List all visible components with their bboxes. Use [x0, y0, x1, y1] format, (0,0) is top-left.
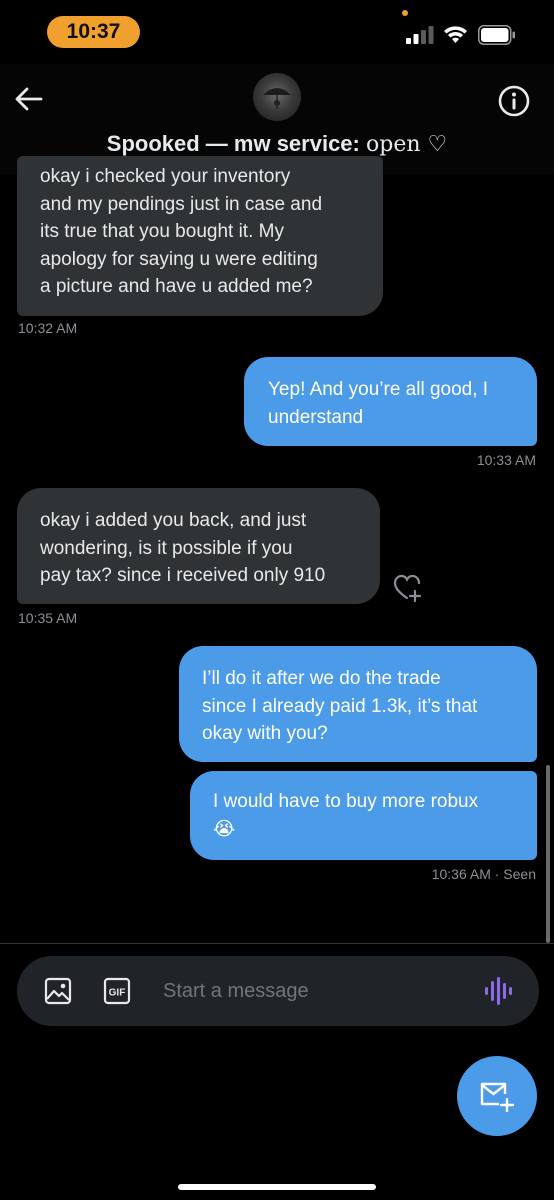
voice-message-icon[interactable]	[484, 976, 512, 1006]
battery-icon	[478, 25, 515, 45]
conversation-title-name: Spooked — mw service:	[106, 131, 366, 156]
message-line: Yep! And you’re all good, I	[268, 379, 489, 400]
message-line: okay i checked your inventory	[40, 166, 291, 187]
scrollbar[interactable]	[546, 765, 550, 943]
message-composer: GIF Start a message	[17, 956, 539, 1026]
message-timestamp: 10:35 AM	[18, 610, 78, 626]
message-line: since I already paid 1.3k, it’s that	[202, 695, 478, 717]
conversation-title[interactable]: Spooked — mw service: open ♡	[0, 131, 554, 157]
message-line: I would have to buy more robux	[213, 791, 479, 812]
conversation-title-status: open ♡	[365, 132, 448, 157]
wifi-icon	[444, 26, 467, 43]
message-line: okay with you?	[202, 723, 328, 744]
message-bubble-sent[interactable]: I’ll do it after we do the trade since I…	[179, 646, 537, 762]
divider	[0, 943, 554, 944]
message-line: wondering, is it possible if you	[40, 537, 293, 559]
message-bubble-received[interactable]: okay i checked your inventory and my pen…	[17, 156, 383, 316]
message-timestamp-seen: 10:36 AM · Seen	[431, 866, 536, 882]
add-reaction-heart-icon[interactable]	[393, 573, 425, 603]
status-time[interactable]: 10:37	[47, 16, 140, 48]
gif-icon[interactable]: GIF	[103, 977, 131, 1005]
cellular-signal-icon	[406, 26, 434, 44]
avatar[interactable]	[253, 73, 301, 121]
message-bubble-sent[interactable]: I would have to buy more robux 😭	[190, 771, 537, 860]
image-icon[interactable]	[44, 977, 72, 1005]
gif-label: GIF	[109, 988, 126, 999]
avatar-umbrella-image	[263, 88, 291, 109]
message-line: 😭	[213, 818, 236, 840]
privacy-indicator-dot	[402, 10, 408, 16]
message-bubble-received[interactable]: okay i added you back, and just wonderin…	[17, 488, 380, 604]
message-timestamp: 10:32 AM	[18, 320, 78, 336]
message-line: a picture and have u added me?	[40, 276, 313, 297]
info-icon[interactable]	[497, 84, 531, 118]
message-input[interactable]: Start a message	[163, 976, 443, 1006]
message-line: apology for saying u were editing	[40, 248, 318, 270]
message-timestamp: 10:33 AM	[476, 452, 536, 468]
new-message-button[interactable]	[457, 1056, 537, 1136]
status-bar: 10:37	[0, 0, 554, 64]
new-message-icon	[480, 1082, 515, 1113]
message-line: pay tax? since i received only 910	[40, 565, 326, 586]
home-indicator[interactable]	[178, 1184, 376, 1190]
message-line: I’ll do it after we do the trade	[202, 668, 441, 689]
message-line: okay i added you back, and just	[40, 510, 307, 531]
back-arrow-icon[interactable]	[14, 84, 44, 114]
message-line: understand	[268, 406, 364, 428]
message-bubble-sent[interactable]: Yep! And you’re all good, I understand	[244, 357, 537, 446]
message-line: and my pendings just in case and	[40, 193, 323, 215]
message-line: its true that you bought it. My	[40, 221, 284, 242]
